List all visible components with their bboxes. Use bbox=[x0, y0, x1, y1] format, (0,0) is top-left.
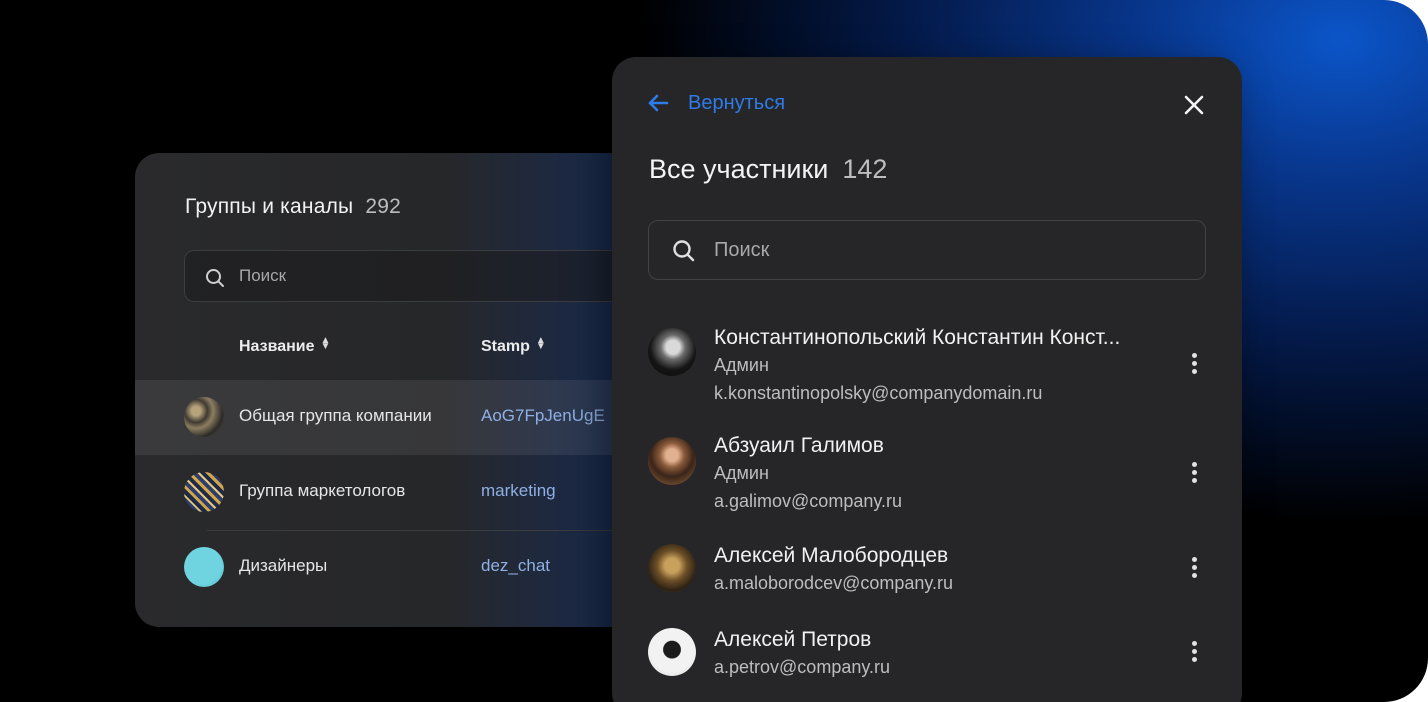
groups-search-placeholder: Поиск bbox=[239, 266, 287, 285]
group-stamp: dez_chat bbox=[481, 556, 550, 575]
column-header-stamp[interactable]: Stamp ▲ ▼ bbox=[481, 335, 546, 356]
group-name: Общая группа компании bbox=[239, 406, 432, 425]
column-header-stamp-label: Stamp bbox=[481, 338, 530, 355]
group-avatar bbox=[184, 397, 224, 437]
more-options-icon[interactable] bbox=[1184, 554, 1204, 582]
avatar bbox=[648, 544, 696, 592]
back-label: Вернуться bbox=[688, 91, 786, 114]
sort-icon: ▲ ▼ bbox=[320, 335, 331, 352]
avatar bbox=[648, 328, 696, 376]
group-name: Группа маркетологов bbox=[239, 481, 406, 500]
member-role: Админ bbox=[714, 355, 769, 375]
group-avatar bbox=[184, 472, 224, 512]
members-search-placeholder: Поиск bbox=[714, 239, 770, 261]
group-row[interactable]: Дизайнеры dez_chat bbox=[135, 530, 695, 605]
search-icon bbox=[206, 269, 224, 287]
more-options-icon[interactable] bbox=[1184, 459, 1204, 487]
member-name: Алексей Малобородцев bbox=[714, 544, 949, 567]
arrow-left-icon bbox=[648, 94, 669, 112]
group-row[interactable]: Группа маркетологов marketing bbox=[135, 455, 695, 530]
back-button[interactable]: Вернуться bbox=[646, 91, 785, 115]
more-options-icon[interactable] bbox=[1184, 350, 1204, 378]
members-count: 142 bbox=[842, 154, 888, 184]
group-avatar bbox=[184, 547, 224, 587]
group-stamp: AoG7FpJenUgE bbox=[481, 406, 605, 425]
sort-icon: ▲ ▼ bbox=[535, 335, 546, 352]
members-search-input[interactable]: Поиск bbox=[648, 220, 1206, 280]
close-icon[interactable] bbox=[1182, 93, 1206, 117]
member-name: Абзуаил Галимов bbox=[714, 434, 884, 457]
column-header-name-label: Название bbox=[239, 338, 315, 355]
groups-title-label: Группы и каналы bbox=[185, 195, 354, 218]
members-title-label: Все участники bbox=[649, 154, 829, 184]
member-email: a.petrov@company.ru bbox=[714, 657, 891, 677]
groups-panel: Группы и каналы 292 Поиск Название ▲ ▼ Stam… bbox=[135, 153, 695, 627]
search-icon bbox=[673, 240, 695, 262]
more-options-icon[interactable] bbox=[1184, 638, 1204, 666]
member-role: Админ bbox=[714, 463, 769, 483]
members-panel: Вернуться Все участники 142 Поиск Констан… bbox=[612, 57, 1242, 702]
member-email: a.galimov@company.ru bbox=[714, 491, 903, 511]
avatar bbox=[648, 628, 696, 676]
member-name: Константинопольский Константин Конст... bbox=[714, 326, 1121, 349]
member-email: k.konstantinopolsky@companydomain.ru bbox=[714, 383, 1043, 403]
group-stamp: marketing bbox=[481, 481, 556, 500]
page-title: Все участники 142 bbox=[649, 154, 887, 185]
groups-title: Группы и каналы 292 bbox=[185, 195, 401, 219]
member-name: Алексей Петров bbox=[714, 628, 872, 651]
group-name: Дизайнеры bbox=[239, 556, 328, 575]
member-email: a.maloborodcev@company.ru bbox=[714, 573, 954, 593]
column-header-name[interactable]: Название ▲ ▼ bbox=[239, 335, 331, 356]
group-row[interactable]: Общая группа компании AoG7FpJenUgE bbox=[135, 380, 695, 455]
avatar bbox=[648, 437, 696, 485]
backdrop: Группы и каналы 292 Поиск Название ▲ ▼ Stam… bbox=[0, 0, 1428, 702]
groups-count: 292 bbox=[365, 195, 401, 218]
